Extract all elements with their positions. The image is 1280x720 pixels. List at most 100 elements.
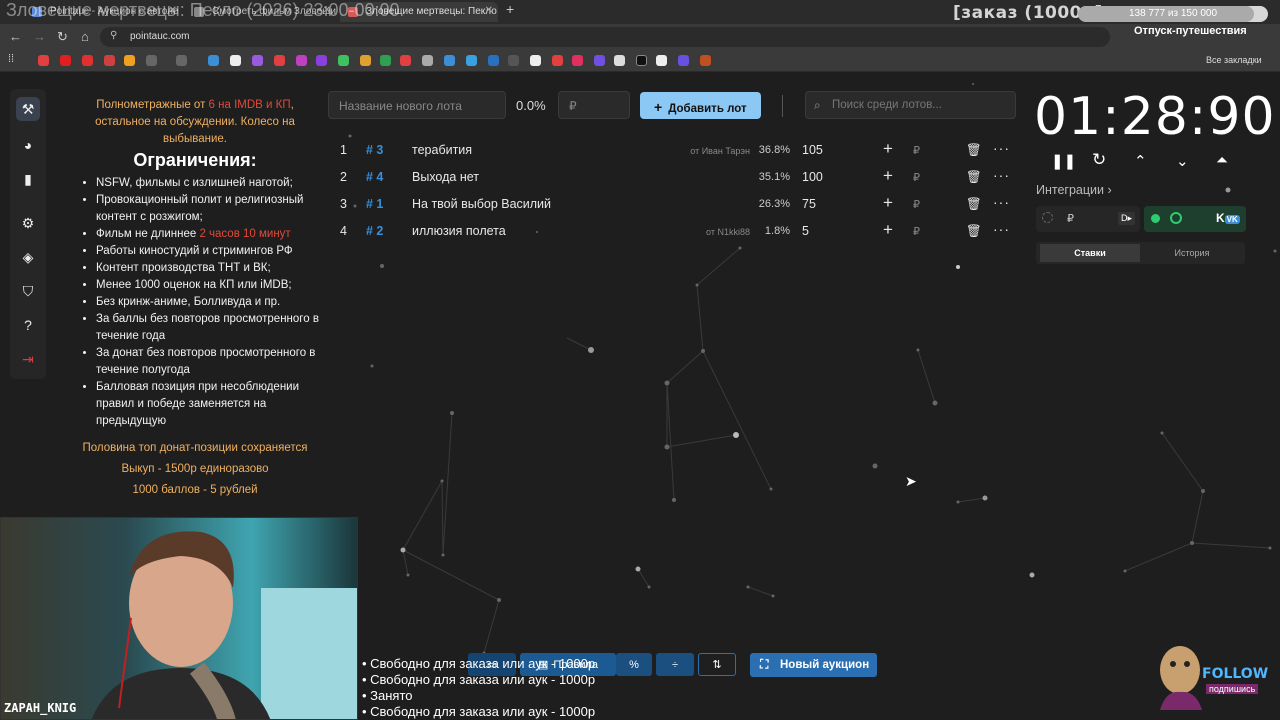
new-auction-button[interactable]: ⛶ Новый аукцион: [750, 653, 877, 677]
bookmark-icon[interactable]: [360, 55, 371, 66]
bookmark-icon[interactable]: [60, 55, 71, 66]
currency-icon[interactable]: ₽: [913, 171, 920, 184]
bookmark-icon[interactable]: [380, 55, 391, 66]
add-lot-button[interactable]: + Добавить лот: [640, 92, 761, 119]
bookmark-icon[interactable]: [316, 55, 327, 66]
lot-amount[interactable]: 105: [802, 143, 823, 157]
sort-icon[interactable]: ⇅: [698, 653, 736, 676]
chevron-down-icon[interactable]: ⌄: [1176, 152, 1189, 170]
logout-icon[interactable]: ⇥: [16, 347, 40, 371]
lot-name[interactable]: Выхода нет: [412, 170, 479, 184]
lot-row[interactable]: 4 # 2 иллюзия полета от N1kki88 1.8% 5 +…: [330, 218, 1016, 244]
bookmarks-bar: ⁞⁞ Все закладки: [0, 50, 1280, 72]
all-bookmarks-link[interactable]: Все закладки: [1206, 55, 1262, 65]
lot-amount-input[interactable]: ₽: [558, 91, 630, 119]
tab-bets[interactable]: Ставки: [1040, 244, 1140, 262]
home-icon[interactable]: ⌂: [81, 29, 89, 44]
more-icon[interactable]: ···: [993, 140, 1010, 156]
donation-integration[interactable]: ₽ D▸: [1036, 206, 1140, 232]
more-icon[interactable]: ···: [993, 194, 1010, 210]
lot-name[interactable]: терабития: [412, 143, 472, 157]
currency-icon[interactable]: ₽: [913, 225, 920, 238]
bookmark-icon[interactable]: [230, 55, 241, 66]
gear-icon[interactable]: ⚙: [16, 211, 40, 235]
double-up-icon[interactable]: ⏶: [1216, 152, 1228, 169]
lot-row[interactable]: 3 # 1 На твой выбор Василий 26.3% 75 + ₽…: [330, 191, 1016, 217]
split-icon[interactable]: ÷: [656, 653, 694, 676]
trash-icon[interactable]: 🗑: [966, 170, 982, 185]
bookmark-icon[interactable]: [176, 55, 187, 66]
more-icon[interactable]: ···: [993, 221, 1010, 237]
add-amount-icon[interactable]: +: [883, 139, 893, 159]
bookmark-icon[interactable]: [146, 55, 157, 66]
bookmark-icon[interactable]: [208, 55, 219, 66]
lot-amount[interactable]: 5: [802, 224, 809, 238]
bookmark-icon[interactable]: [636, 55, 647, 66]
tab-history[interactable]: История: [1142, 244, 1242, 262]
lot-search-input[interactable]: ⌕ Поиск среди лотов...: [805, 91, 1016, 119]
new-lot-name-input[interactable]: Название нового лота: [328, 91, 506, 119]
bookmark-icon[interactable]: [422, 55, 433, 66]
bookmark-icon[interactable]: [338, 55, 349, 66]
bookmark-icon[interactable]: [508, 55, 519, 66]
lot-name[interactable]: На твой выбор Василий: [412, 197, 551, 211]
rule-item: За баллы без повторов просмотренного в т…: [96, 311, 320, 345]
lot-row[interactable]: 1 # 3 терабития от Иван Тарэн 36.8% 105 …: [330, 137, 1016, 163]
add-amount-icon[interactable]: +: [883, 220, 893, 240]
bookmark-icon[interactable]: [274, 55, 285, 66]
bookmark-icon[interactable]: [656, 55, 667, 66]
bookmark-icon[interactable]: [530, 55, 541, 66]
reload-icon[interactable]: ↻: [57, 29, 68, 45]
points-integration[interactable]: K VK: [1144, 206, 1246, 232]
percent-icon[interactable]: %: [616, 653, 652, 676]
lot-name[interactable]: иллюзия полета: [412, 224, 506, 238]
bookmark-icon[interactable]: [124, 55, 135, 66]
stats-icon[interactable]: ▮: [16, 167, 40, 191]
bookmark-icon[interactable]: [38, 55, 49, 66]
add-amount-icon[interactable]: +: [883, 193, 893, 213]
address-bar[interactable]: ⚲ pointauc.com: [100, 27, 1110, 47]
bookmark-icon[interactable]: [572, 55, 583, 66]
wheel-icon[interactable]: ◕: [16, 133, 40, 157]
lot-amount[interactable]: 100: [802, 170, 823, 184]
bookmark-icon[interactable]: [594, 55, 605, 66]
integrations-link[interactable]: Интеграции ›: [1036, 183, 1112, 197]
back-icon[interactable]: ←: [9, 29, 22, 44]
lot-amount[interactable]: 75: [802, 197, 816, 211]
bookmark-icon[interactable]: [614, 55, 625, 66]
bookmark-icon[interactable]: [552, 55, 563, 66]
close-tab-icon[interactable]: ✕: [485, 5, 493, 16]
trash-icon[interactable]: 🗑: [966, 143, 982, 158]
forward-icon[interactable]: →: [33, 29, 46, 44]
new-tab-button[interactable]: +: [506, 1, 514, 17]
bookmark-icon[interactable]: [444, 55, 455, 66]
bookmark-icon[interactable]: [400, 55, 411, 66]
trash-icon[interactable]: 🗑: [966, 197, 982, 212]
apps-icon[interactable]: ⁞⁞: [8, 53, 14, 65]
bookmark-icon[interactable]: [678, 55, 689, 66]
pause-icon[interactable]: ❚❚: [1051, 152, 1076, 170]
reset-icon[interactable]: ↻: [1092, 150, 1106, 170]
ruble-icon: ₽: [1067, 213, 1074, 225]
more-icon[interactable]: ···: [993, 167, 1010, 183]
layers-icon[interactable]: ◈: [16, 245, 40, 269]
bookmark-icon[interactable]: [700, 55, 711, 66]
bookmark-icon[interactable]: [104, 55, 115, 66]
shield-icon[interactable]: ⛉: [16, 279, 40, 303]
help-icon[interactable]: ?: [16, 313, 40, 337]
bookmark-icon[interactable]: [296, 55, 307, 66]
auction-hammer-icon[interactable]: ⚒: [16, 97, 40, 121]
bookmark-icon[interactable]: [82, 55, 93, 66]
trash-icon[interactable]: 🗑: [966, 224, 982, 239]
site-info-icon[interactable]: ⚲: [110, 30, 117, 41]
lot-percent: 26.3%: [758, 198, 790, 210]
lot-row[interactable]: 2 # 4 Выхода нет 35.1% 100 + ₽ 🗑 ···: [330, 164, 1016, 190]
currency-icon[interactable]: ₽: [913, 198, 920, 211]
bookmark-icon[interactable]: [488, 55, 499, 66]
currency-icon[interactable]: ₽: [913, 144, 920, 157]
chevron-up-icon[interactable]: ⌃: [1134, 152, 1147, 170]
rule-item: Провокационный полит и религиозный конте…: [96, 192, 320, 226]
bookmark-icon[interactable]: [252, 55, 263, 66]
bookmark-icon[interactable]: [466, 55, 477, 66]
add-amount-icon[interactable]: +: [883, 166, 893, 186]
